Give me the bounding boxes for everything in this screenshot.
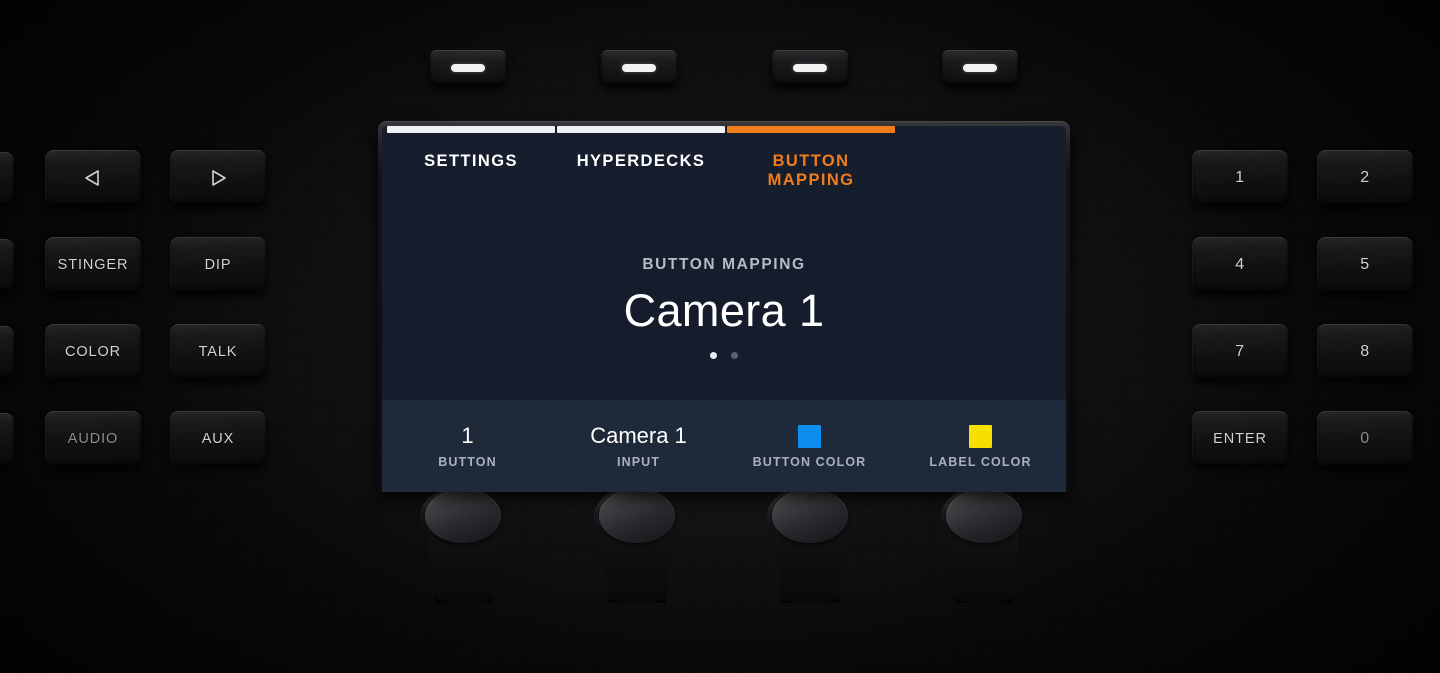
selected-mapping-value: Camera 1 [623,285,825,336]
page-dot-2[interactable] [731,352,738,359]
left-edge-key-2[interactable] [0,239,14,291]
audio-button-label: AUDIO [67,430,119,447]
soft-key-1[interactable] [430,50,506,85]
keypad-1-label: 1 [1235,168,1245,186]
lcd-screen: SETTINGS HYPERDECKS BUTTON MAPPING BUTTO… [382,126,1066,492]
tab-hyperdecks[interactable]: HYPERDECKS [557,126,725,208]
tab-settings-label: SETTINGS [424,152,518,170]
tab-button-mapping-label: BUTTON MAPPING [767,152,855,189]
keypad-2-label: 2 [1360,168,1370,186]
param-button-color-label: BUTTON COLOR [752,455,867,469]
label-color-swatch [969,424,992,448]
triangle-right-icon [208,168,228,188]
knob-input-cap [599,489,675,543]
keypad-8-label: 8 [1360,342,1370,360]
nav-next-button[interactable] [170,150,266,205]
dip-button-label: DIP [204,256,232,273]
keypad-enter[interactable]: ENTER [1192,411,1288,466]
tab-hyperdecks-label: HYPERDECKS [576,152,706,170]
control-panel-surface: STINGER DIP COLOR TALK AUDIO AUX 1 2 4 5… [0,0,1440,673]
param-label-color[interactable]: LABEL COLOR [895,401,1066,492]
color-button[interactable]: COLOR [45,324,141,379]
lcd-bezel: SETTINGS HYPERDECKS BUTTON MAPPING BUTTO… [378,121,1070,492]
keypad-8[interactable]: 8 [1317,324,1413,379]
page-title: BUTTON MAPPING [642,256,806,273]
lcd-main-area: BUTTON MAPPING Camera 1 [382,208,1066,400]
soft-key-4-indicator-icon [963,63,997,72]
talk-button[interactable]: TALK [170,324,266,379]
param-button-label: BUTTON [438,455,497,469]
soft-key-2[interactable] [601,50,677,85]
tab-hyperdecks-indicator [557,126,725,133]
lcd-tab-bar: SETTINGS HYPERDECKS BUTTON MAPPING [382,126,1066,208]
param-input-label: INPUT [617,455,660,469]
knob-button-cap [425,489,501,543]
soft-key-2-indicator-icon [622,63,656,72]
aux-button-label: AUX [201,430,235,447]
tab-button-mapping[interactable]: BUTTON MAPPING [727,126,895,208]
page-dot-1[interactable] [710,352,717,359]
keypad-0-label: 0 [1360,429,1370,447]
audio-button[interactable]: AUDIO [45,411,141,466]
knob-button-color[interactable] [766,486,854,607]
param-label-color-value [969,424,992,448]
soft-key-3[interactable] [772,50,848,85]
tab-settings[interactable]: SETTINGS [387,126,555,208]
keypad-5[interactable]: 5 [1317,237,1413,292]
param-label-color-label: LABEL COLOR [929,455,1032,469]
left-edge-key-3[interactable] [0,326,14,378]
knob-button-color-cap [772,489,848,543]
keypad-5-label: 5 [1360,255,1370,273]
page-indicator[interactable] [710,352,738,359]
param-button-color[interactable]: BUTTON COLOR [724,401,895,492]
param-input[interactable]: Camera 1 INPUT [553,401,724,492]
knob-label-color[interactable] [940,486,1028,607]
nav-previous-button[interactable] [45,150,141,205]
keypad-7-label: 7 [1235,342,1245,360]
tab-button-mapping-indicator [727,126,895,133]
param-button-value: 1 [461,423,474,448]
stinger-button[interactable]: STINGER [45,237,141,292]
keypad-enter-label: ENTER [1213,430,1267,447]
keypad-7[interactable]: 7 [1192,324,1288,379]
knob-button[interactable] [419,486,507,607]
soft-key-3-indicator-icon [793,63,827,72]
knob-input[interactable] [593,486,681,607]
left-edge-key-1[interactable] [0,152,14,204]
param-button[interactable]: 1 BUTTON [382,401,553,492]
keypad-4[interactable]: 4 [1192,237,1288,292]
soft-key-4[interactable] [942,50,1018,85]
keypad-4-label: 4 [1235,255,1245,273]
dip-button[interactable]: DIP [170,237,266,292]
param-button-color-value [798,424,821,448]
knob-label-color-cap [946,489,1022,543]
left-edge-key-4[interactable] [0,413,14,465]
keypad-0[interactable]: 0 [1317,411,1413,466]
aux-button[interactable]: AUX [170,411,266,466]
talk-button-label: TALK [198,343,238,360]
soft-key-1-indicator-icon [451,63,485,72]
keypad-2[interactable]: 2 [1317,150,1413,205]
keypad-1[interactable]: 1 [1192,150,1288,205]
tab-settings-indicator [387,126,555,133]
button-color-swatch [798,424,821,448]
lcd-parameter-bar: 1 BUTTON Camera 1 INPUT BUTTON COLOR LAB… [382,400,1066,492]
stinger-button-label: STINGER [57,256,129,273]
param-input-value: Camera 1 [590,423,687,448]
triangle-left-icon [83,168,103,188]
color-button-label: COLOR [64,343,122,360]
